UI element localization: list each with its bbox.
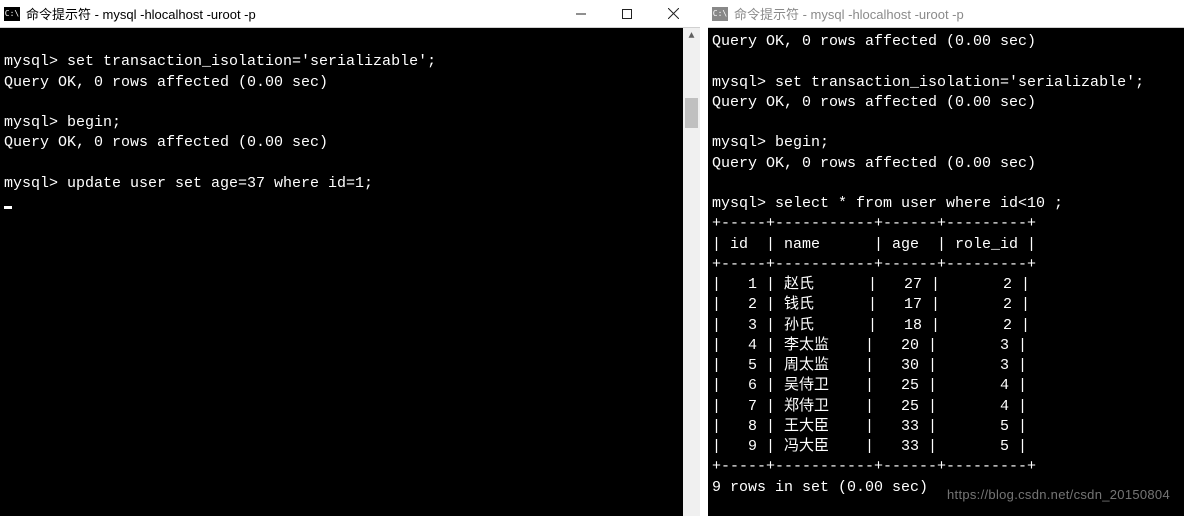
minimize-button[interactable] [558, 0, 604, 28]
terminal-output-right[interactable]: Query OK, 0 rows affected (0.00 sec) mys… [708, 28, 1184, 516]
close-button[interactable] [650, 0, 696, 28]
window-title-right: 命令提示符 - mysql -hlocalhost -uroot -p [734, 4, 1180, 23]
cmd-icon: C:\ [4, 7, 20, 21]
scroll-thumb[interactable] [685, 98, 698, 128]
window-title-left: 命令提示符 - mysql -hlocalhost -uroot -p [26, 4, 552, 23]
window-controls-left [558, 0, 696, 28]
terminal-window-left: C:\ 命令提示符 - mysql -hlocalhost -uroot -p … [0, 0, 700, 516]
maximize-button[interactable] [604, 0, 650, 28]
titlebar-left[interactable]: C:\ 命令提示符 - mysql -hlocalhost -uroot -p [0, 0, 700, 28]
scroll-up-icon[interactable]: ▲ [683, 28, 700, 45]
titlebar-right[interactable]: C:\ 命令提示符 - mysql -hlocalhost -uroot -p [708, 0, 1184, 28]
terminal-window-right: C:\ 命令提示符 - mysql -hlocalhost -uroot -p … [708, 0, 1184, 516]
scrollbar-left[interactable]: ▲ [683, 28, 700, 516]
cmd-icon: C:\ [712, 7, 728, 21]
terminal-output-left[interactable]: mysql> set transaction_isolation='serial… [0, 28, 700, 220]
